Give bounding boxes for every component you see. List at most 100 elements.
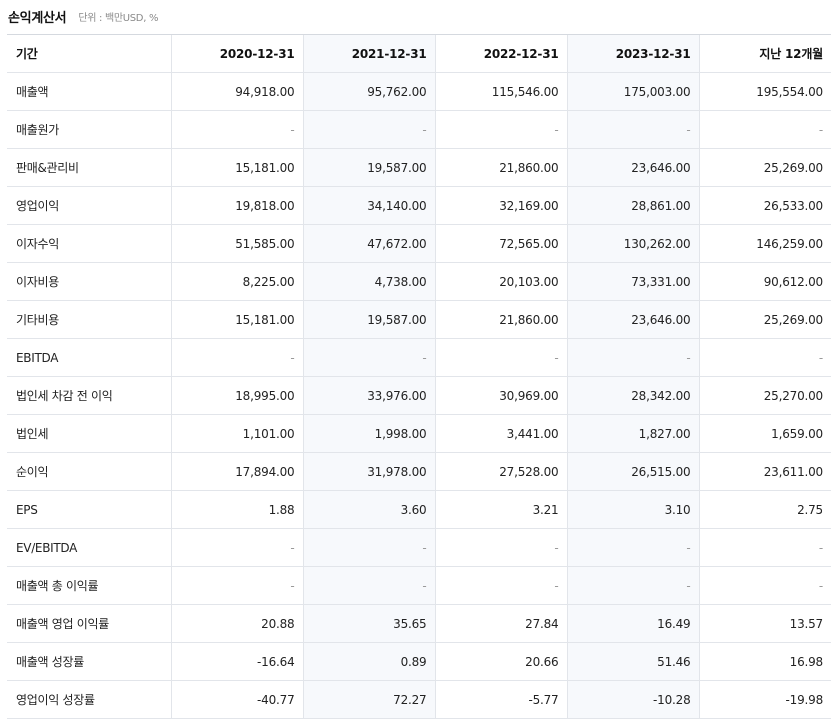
table-cell: - bbox=[170, 566, 303, 605]
table-cell: - bbox=[698, 110, 831, 149]
table-cell: 8,225.00 bbox=[170, 262, 303, 301]
table-cell: 130,262.00 bbox=[566, 224, 699, 263]
table-cell: 19,587.00 bbox=[302, 148, 435, 187]
table-cell: 23,646.00 bbox=[566, 148, 699, 187]
table-cell: - bbox=[434, 110, 567, 149]
row-label: EBITDA bbox=[7, 338, 171, 377]
table-cell: - bbox=[302, 110, 435, 149]
table-cell: - bbox=[566, 528, 699, 567]
table-cell: 23,646.00 bbox=[566, 300, 699, 339]
income-statement-panel: 손익계산서 단위 : 백만USD, % 기간 2020-12-31 2021-1… bbox=[0, 0, 834, 720]
table-cell: - bbox=[698, 566, 831, 605]
table-cell: 0.89 bbox=[302, 642, 435, 681]
table-cell: 3,441.00 bbox=[434, 414, 567, 453]
table-cell: 28,342.00 bbox=[566, 376, 699, 415]
table-cell: 1,101.00 bbox=[170, 414, 303, 453]
table-cell: - bbox=[302, 338, 435, 377]
table-cell: - bbox=[170, 110, 303, 149]
table-cell: 51,585.00 bbox=[170, 224, 303, 263]
table-row: 매출액 94,918.00 95,762.00 115,546.00 175,003.0… bbox=[7, 72, 831, 111]
table-cell: 17,894.00 bbox=[170, 452, 303, 491]
row-label: 법인세 bbox=[7, 414, 171, 453]
table-cell: 25,270.00 bbox=[698, 376, 831, 415]
table-cell: 19,587.00 bbox=[302, 300, 435, 339]
row-label: 매출액 성장률 bbox=[7, 642, 171, 681]
table-row: 매출액 총 이익률 - - - - - bbox=[7, 566, 831, 605]
column-header-2022: 2022-12-31 bbox=[434, 34, 567, 73]
table-row: 기타비용 15,181.00 19,587.00 21,860.00 23,646.00… bbox=[7, 300, 831, 339]
table-row: 영업이익 19,818.00 34,140.00 32,169.00 28,861.00… bbox=[7, 186, 831, 225]
unit-note: 단위 : 백만USD, % bbox=[78, 12, 159, 24]
table-cell: 25,269.00 bbox=[698, 148, 831, 187]
table-cell: - bbox=[698, 338, 831, 377]
table-cell: 51.46 bbox=[566, 642, 699, 681]
table-cell: - bbox=[302, 528, 435, 567]
row-label: 이자수익 bbox=[7, 224, 171, 263]
table-body: 매출액 94,918.00 95,762.00 115,546.00 175,003.0… bbox=[7, 72, 831, 719]
table-cell: - bbox=[434, 528, 567, 567]
row-label: 판매&관리비 bbox=[7, 148, 171, 187]
table-cell: 73,331.00 bbox=[566, 262, 699, 301]
table-row: 판매&관리비 15,181.00 19,587.00 21,860.00 23,646.… bbox=[7, 148, 831, 187]
row-label: EV/EBITDA bbox=[7, 528, 171, 567]
column-header-2023: 2023-12-31 bbox=[566, 34, 699, 73]
table-cell: - bbox=[434, 566, 567, 605]
table-cell: 28,861.00 bbox=[566, 186, 699, 225]
column-header-2020: 2020-12-31 bbox=[170, 34, 303, 73]
table-cell: 30,969.00 bbox=[434, 376, 567, 415]
table-cell: - bbox=[566, 110, 699, 149]
table-cell: - bbox=[566, 338, 699, 377]
table-cell: -19.98 bbox=[698, 680, 831, 719]
table-cell: 21,860.00 bbox=[434, 148, 567, 187]
table-cell: 16.49 bbox=[566, 604, 699, 643]
table-cell: 1,998.00 bbox=[302, 414, 435, 453]
table-cell: 18,995.00 bbox=[170, 376, 303, 415]
table-cell: 72.27 bbox=[302, 680, 435, 719]
table-cell: 23,611.00 bbox=[698, 452, 831, 491]
table-cell: - bbox=[170, 528, 303, 567]
table-cell: 21,860.00 bbox=[434, 300, 567, 339]
table-row: EV/EBITDA - - - - - bbox=[7, 528, 831, 567]
table-row: 법인세 1,101.00 1,998.00 3,441.00 1,827.00 1,659… bbox=[7, 414, 831, 453]
table-cell: 19,818.00 bbox=[170, 186, 303, 225]
table-cell: 25,269.00 bbox=[698, 300, 831, 339]
table-cell: 20.66 bbox=[434, 642, 567, 681]
table-cell: 3.10 bbox=[566, 490, 699, 529]
table-cell: 1,827.00 bbox=[566, 414, 699, 453]
table-cell: 15,181.00 bbox=[170, 148, 303, 187]
row-label: EPS bbox=[7, 490, 171, 529]
table-row: EBITDA - - - - - bbox=[7, 338, 831, 377]
table-cell: 95,762.00 bbox=[302, 72, 435, 111]
table-cell: 16.98 bbox=[698, 642, 831, 681]
table-cell: 15,181.00 bbox=[170, 300, 303, 339]
row-label: 영업이익 bbox=[7, 186, 171, 225]
table-cell: 3.21 bbox=[434, 490, 567, 529]
table-cell: - bbox=[302, 566, 435, 605]
table-row: 법인세 차감 전 이익 18,995.00 33,976.00 30,969.00 28… bbox=[7, 376, 831, 415]
row-label: 매출원가 bbox=[7, 110, 171, 149]
table-cell: 195,554.00 bbox=[698, 72, 831, 111]
table-cell: 31,978.00 bbox=[302, 452, 435, 491]
column-header-2021: 2021-12-31 bbox=[302, 34, 435, 73]
table-cell: 26,533.00 bbox=[698, 186, 831, 225]
table-cell: 1.88 bbox=[170, 490, 303, 529]
table-row: 영업이익 성장률 -40.77 72.27 -5.77 -10.28 -19.98 bbox=[7, 680, 831, 719]
table-cell: -10.28 bbox=[566, 680, 699, 719]
row-label: 법인세 차감 전 이익 bbox=[7, 376, 171, 415]
table-cell: 3.60 bbox=[302, 490, 435, 529]
table-cell: 94,918.00 bbox=[170, 72, 303, 111]
table-cell: - bbox=[434, 338, 567, 377]
table-cell: 72,565.00 bbox=[434, 224, 567, 263]
table-cell: 115,546.00 bbox=[434, 72, 567, 111]
table-cell: 2.75 bbox=[698, 490, 831, 529]
table-cell: 13.57 bbox=[698, 604, 831, 643]
table-row: 매출액 성장률 -16.64 0.89 20.66 51.46 16.98 bbox=[7, 642, 831, 681]
section-title: 손익계산서 bbox=[8, 10, 67, 26]
table-cell: 27.84 bbox=[434, 604, 567, 643]
column-header-period: 기간 bbox=[7, 34, 171, 73]
table-cell: 27,528.00 bbox=[434, 452, 567, 491]
table-cell: - bbox=[170, 338, 303, 377]
table-cell: 33,976.00 bbox=[302, 376, 435, 415]
table-cell: 146,259.00 bbox=[698, 224, 831, 263]
table-cell: 20,103.00 bbox=[434, 262, 567, 301]
